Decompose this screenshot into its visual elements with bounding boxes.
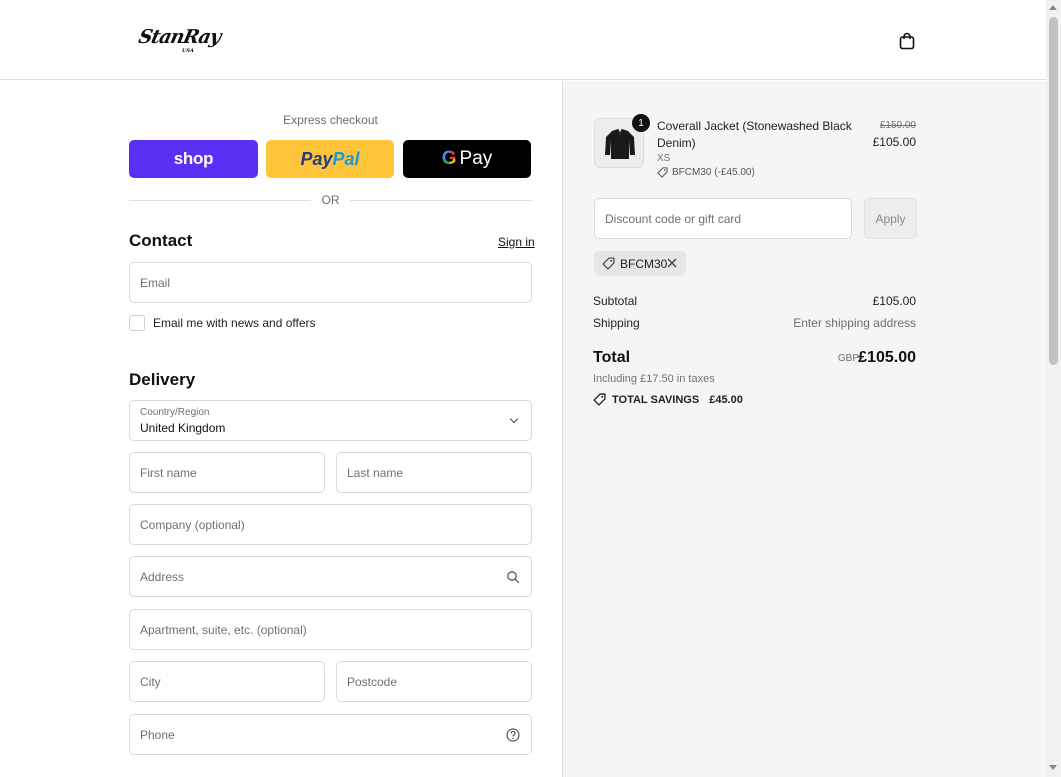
logo-sub: USA — [181, 48, 195, 54]
paypal-label-part1: Pay — [300, 148, 333, 169]
search-icon[interactable] — [506, 570, 520, 584]
phone-placeholder: Phone — [140, 727, 175, 742]
savings-value: £45.00 — [709, 393, 743, 406]
paypal-label-part2: Pal — [332, 148, 360, 169]
order-summary-panel — [562, 81, 1046, 777]
last-name-field[interactable]: Last name — [336, 452, 532, 493]
shopping-bag-icon[interactable] — [897, 31, 917, 51]
tag-icon — [593, 393, 606, 406]
contact-title: Contact — [129, 231, 193, 250]
total-label: Total — [593, 349, 631, 366]
product-variant: XS — [657, 153, 671, 164]
express-checkout-label: Express checkout — [283, 113, 378, 127]
product-discount-label: BFCM30 (-£45.00) — [672, 167, 755, 178]
phone-field[interactable]: Phone — [129, 714, 532, 755]
first-name-placeholder: First name — [140, 465, 197, 480]
postcode-field[interactable]: Postcode — [336, 661, 532, 702]
close-icon[interactable] — [666, 256, 678, 270]
site-header: StanRay USA — [0, 0, 1046, 80]
subtotal-label: Subtotal — [593, 294, 638, 308]
brand-logo[interactable]: StanRay USA — [135, 26, 223, 56]
company-placeholder: Company (optional) — [140, 517, 245, 532]
subtotal-value: £105.00 — [872, 294, 916, 308]
delivery-title: Delivery — [129, 370, 196, 389]
shop-pay-button[interactable]: shop — [129, 140, 258, 178]
tax-note: Including £17.50 in taxes — [593, 373, 715, 385]
applied-code-chip: BFCM30 — [594, 251, 686, 276]
currency-code: GBP — [837, 353, 859, 364]
newsletter-checkbox[interactable] — [129, 315, 145, 331]
or-divider: OR — [129, 193, 532, 207]
country-value: United Kingdom — [140, 421, 226, 435]
city-placeholder: City — [140, 674, 161, 689]
newsletter-label: Email me with news and offers — [153, 316, 316, 330]
address-field[interactable]: Address — [129, 556, 532, 597]
product-discount: BFCM30 (-£45.00) — [657, 167, 755, 178]
chevron-down-icon — [509, 414, 519, 424]
country-label: Country/Region — [140, 407, 210, 418]
email-field[interactable]: Email — [129, 262, 532, 303]
help-circle-icon[interactable] — [506, 728, 520, 742]
apartment-placeholder: Apartment, suite, etc. (optional) — [140, 622, 307, 637]
apartment-field[interactable]: Apartment, suite, etc. (optional) — [129, 609, 532, 650]
country-select[interactable]: Country/Region United Kingdom — [129, 400, 532, 441]
shop-pay-label: shop — [173, 149, 214, 168]
google-pay-label: Pay — [459, 148, 493, 169]
last-name-placeholder: Last name — [347, 465, 404, 480]
first-name-field[interactable]: First name — [129, 452, 325, 493]
scroll-down-arrow-icon[interactable] — [1049, 765, 1057, 770]
sign-in-link[interactable]: Sign in — [498, 235, 535, 249]
scroll-up-arrow-icon[interactable] — [1049, 5, 1057, 10]
discount-code-input[interactable]: Discount code or gift card — [594, 198, 852, 239]
product-title: Coverall Jacket (Stonewashed Black Denim… — [657, 119, 852, 150]
applied-code-label: BFCM30 — [620, 256, 668, 271]
shipping-value: Enter shipping address — [793, 316, 916, 330]
google-g-icon: G — [441, 148, 457, 169]
postcode-placeholder: Postcode — [347, 674, 398, 689]
discount-placeholder: Discount code or gift card — [605, 211, 742, 226]
tag-icon — [657, 167, 668, 178]
company-field[interactable]: Company (optional) — [129, 504, 532, 545]
divider-line-right — [350, 200, 532, 201]
scrollbar-thumb[interactable] — [1049, 17, 1058, 365]
total-savings: TOTAL SAVINGS £45.00 — [593, 393, 743, 406]
shipping-label: Shipping — [593, 316, 640, 330]
apply-button[interactable]: Apply — [864, 198, 917, 239]
google-pay-button[interactable]: G Pay — [403, 140, 531, 178]
discounted-price: £105.00 — [872, 135, 916, 149]
tag-icon — [602, 257, 615, 270]
total-value: £105.00 — [858, 349, 916, 366]
address-placeholder: Address — [140, 569, 185, 584]
email-placeholder: Email — [140, 275, 171, 290]
city-field[interactable]: City — [129, 661, 325, 702]
logo-text: StanRay — [136, 26, 223, 48]
original-price: £150.00 — [879, 120, 916, 131]
savings-label: TOTAL SAVINGS — [612, 393, 700, 406]
quantity-badge: 1 — [632, 114, 650, 132]
page-scrollbar[interactable] — [1046, 0, 1061, 777]
paypal-button[interactable]: Pay Pal — [266, 140, 394, 178]
